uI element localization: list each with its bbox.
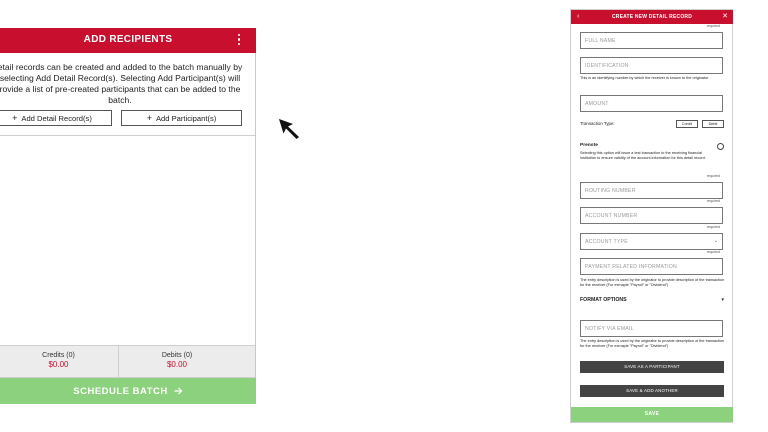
kebab-menu-icon[interactable]: [237, 34, 241, 47]
add-recipients-header: ADD RECIPIENTS: [0, 28, 256, 53]
routing-number-placeholder: ROUTING NUMBER: [585, 188, 636, 194]
amount-placeholder: AMOUNT: [585, 101, 609, 107]
amount-field[interactable]: AMOUNT: [580, 95, 723, 112]
required-label: required: [706, 174, 720, 178]
credits-total: Credits (0) $0.00: [0, 346, 117, 377]
panel-title: ADD RECIPIENTS: [83, 34, 173, 45]
transaction-type-label: Transaction Type:: [580, 121, 615, 126]
format-options-toggle[interactable]: FORMAT OPTIONS ▼: [580, 297, 725, 305]
payment-info-help: The entry description is used by the ori…: [580, 278, 725, 287]
credits-label: Credits (0): [42, 352, 75, 359]
panel-title: CREATE NEW DETAIL RECORD: [611, 13, 693, 20]
arrow-right-icon: [174, 387, 183, 395]
batch-totals: Credits (0) $0.00 Debits (0) $0.00: [0, 345, 255, 378]
save-add-another-button[interactable]: SAVE & ADD ANOTHER: [580, 385, 724, 397]
account-type-placeholder: ACCOUNT TYPE: [585, 239, 628, 245]
add-participant-label: Add Participant(s): [155, 113, 217, 123]
identification-help: This is an identifying number by which t…: [580, 76, 709, 80]
debits-total: Debits (0) $0.00: [118, 346, 235, 377]
plus-icon: +: [146, 112, 152, 123]
debits-amount: $0.00: [166, 360, 188, 369]
create-detail-record-header: ‹ CREATE NEW DETAIL RECORD ✕: [571, 10, 733, 24]
account-number-field[interactable]: required ACCOUNT NUMBER: [580, 199, 723, 224]
full-name-field[interactable]: required FULL NAME: [580, 24, 723, 49]
prenote-label: Prenote: [580, 143, 598, 148]
add-recipients-panel: ADD RECIPIENTS etail records can be crea…: [0, 28, 256, 404]
notify-email-placeholder: NOTIFY VIA EMAIL: [585, 326, 634, 332]
debit-toggle[interactable]: Debit: [702, 120, 724, 128]
prenote-help: Selecting this option will issue a test …: [580, 151, 706, 160]
instructions-text: etail records can be created and added t…: [0, 62, 243, 105]
format-options-label: FORMAT OPTIONS: [580, 297, 627, 303]
save-button[interactable]: SAVE: [571, 407, 733, 422]
notify-email-field[interactable]: NOTIFY VIA EMAIL: [580, 320, 723, 337]
identification-field[interactable]: IDENTIFICATION: [580, 57, 723, 74]
divider: [0, 135, 255, 136]
required-label: required: [706, 199, 720, 203]
screen: ADD RECIPIENTS etail records can be crea…: [0, 0, 768, 432]
account-number-placeholder: ACCOUNT NUMBER: [585, 213, 638, 219]
credits-amount: $0.00: [48, 360, 69, 369]
payment-info-placeholder: PAYMENT RELATED INFORMATION: [585, 264, 677, 270]
credit-toggle[interactable]: Credit: [676, 120, 698, 128]
caret-down-icon: ▼: [720, 297, 725, 302]
add-detail-record-label: Add Detail Record(s): [21, 113, 92, 123]
account-type-select[interactable]: required ACCOUNT TYPE ⌄: [580, 225, 723, 250]
save-as-participant-button[interactable]: SAVE AS A PARTICIPANT: [580, 361, 724, 373]
required-label: required: [706, 24, 720, 28]
create-detail-record-panel: ‹ CREATE NEW DETAIL RECORD ✕ required FU…: [570, 9, 733, 423]
add-participant-button[interactable]: + Add Participant(s): [121, 110, 242, 126]
payment-info-field[interactable]: required PAYMENT RELATED INFORMATION: [580, 250, 723, 275]
add-detail-record-button[interactable]: + Add Detail Record(s): [0, 110, 112, 126]
full-name-placeholder: FULL NAME: [585, 38, 616, 44]
mouse-cursor-icon: [279, 119, 299, 139]
identification-placeholder: IDENTIFICATION: [585, 63, 629, 69]
close-icon[interactable]: ✕: [722, 12, 728, 21]
chevron-down-icon: ⌄: [713, 238, 718, 244]
required-label: required: [706, 250, 720, 254]
schedule-batch-button[interactable]: SCHEDULE BATCH: [0, 378, 256, 404]
notify-email-help: The entry description is used by the ori…: [580, 339, 725, 348]
schedule-batch-label: SCHEDULE BATCH: [73, 385, 168, 397]
routing-number-field[interactable]: required ROUTING NUMBER: [580, 174, 723, 199]
prenote-radio[interactable]: [717, 143, 724, 150]
debits-label: Debits (0): [161, 352, 193, 359]
plus-icon: +: [12, 112, 18, 123]
required-label: required: [706, 225, 720, 229]
